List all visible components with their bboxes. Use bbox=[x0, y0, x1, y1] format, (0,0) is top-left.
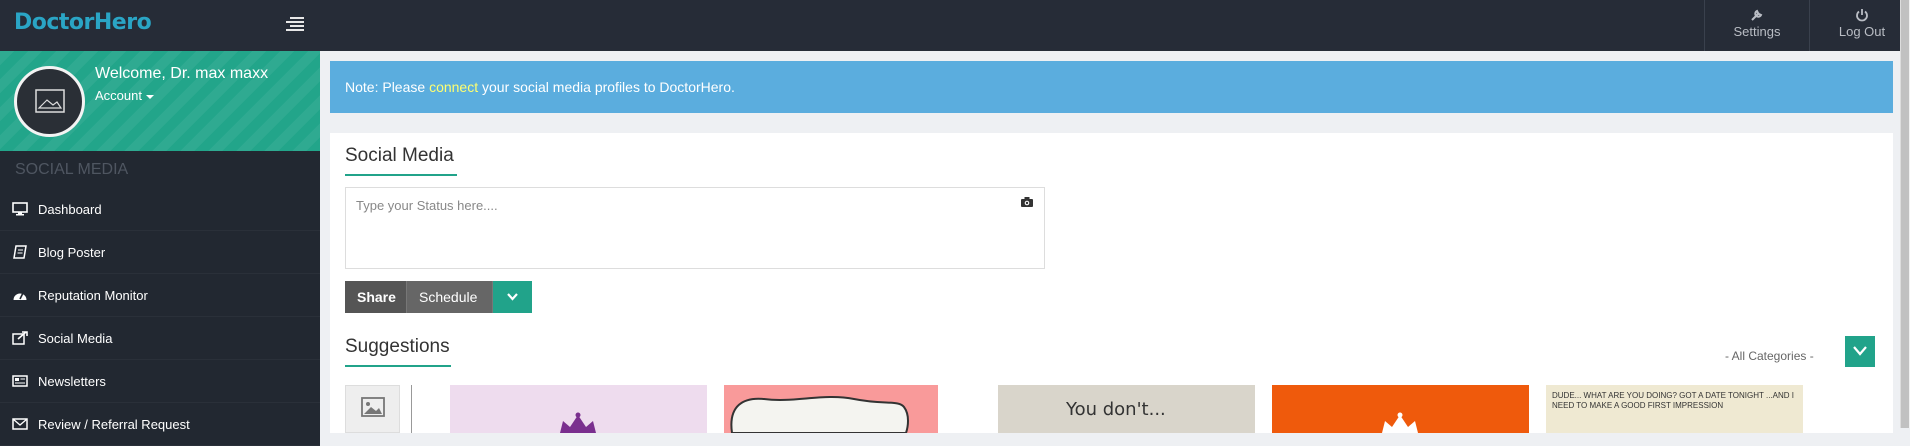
sidebar-item-blog-poster[interactable]: Blog Poster bbox=[0, 231, 320, 274]
app-logo[interactable]: DoctorHero bbox=[14, 10, 314, 40]
sidebar-item-newsletters[interactable]: Newsletters bbox=[0, 360, 320, 403]
sidebar-item-label: Social Media bbox=[38, 331, 113, 346]
notice-suffix: your social media profiles to DoctorHero… bbox=[478, 79, 735, 95]
social-media-title: Social Media bbox=[345, 145, 457, 176]
suggestion-thumb-5[interactable]: DUDE... WHAT ARE YOU DOING? GOT A DATE T… bbox=[1546, 385, 1803, 433]
sidebar-item-social-media[interactable]: Social Media bbox=[0, 317, 320, 360]
newspaper-icon bbox=[12, 375, 28, 387]
thumb-caption-3: You don't... bbox=[1065, 399, 1166, 420]
account-dropdown[interactable]: Account bbox=[95, 88, 154, 103]
profile-panel: Welcome, Dr. max maxx Account bbox=[0, 51, 320, 151]
status-input[interactable] bbox=[346, 188, 986, 223]
schedule-button[interactable]: Schedule bbox=[407, 281, 493, 313]
chevron-down-icon bbox=[1853, 346, 1867, 356]
suggestions-title: Suggestions bbox=[345, 336, 451, 367]
schedule-options-button[interactable] bbox=[493, 281, 532, 313]
welcome-text: Welcome, Dr. max maxx bbox=[95, 65, 269, 82]
notice-prefix: Note: Please bbox=[345, 79, 430, 95]
sidebar-item-label: Blog Poster bbox=[38, 245, 106, 260]
sidebar-item-label: Dashboard bbox=[38, 202, 102, 217]
sidebar-item-dashboard[interactable]: Dashboard bbox=[0, 188, 320, 231]
sidebar-item-reputation-monitor[interactable]: Reputation Monitor bbox=[0, 274, 320, 317]
scrollbar-thumb[interactable] bbox=[1901, 0, 1909, 428]
crown-orange-image bbox=[1272, 385, 1529, 433]
logout-label: Log Out bbox=[1838, 24, 1886, 39]
chevron-down-icon bbox=[507, 293, 518, 301]
caret-down-icon bbox=[145, 94, 154, 99]
comic-image: DUDE... WHAT ARE YOU DOING? GOT A DATE T… bbox=[1546, 385, 1803, 433]
suggestion-thumb-3[interactable]: You don't... bbox=[998, 385, 1255, 433]
wrench-icon bbox=[1751, 9, 1763, 21]
suggestion-thumb-2[interactable] bbox=[724, 385, 981, 433]
divider bbox=[411, 385, 412, 433]
connect-link[interactable]: connect bbox=[429, 79, 478, 95]
image-placeholder-icon bbox=[35, 89, 65, 113]
image-upload-button[interactable] bbox=[345, 385, 400, 433]
share-icon bbox=[12, 331, 28, 345]
tooth-image bbox=[724, 385, 938, 433]
monitor-icon bbox=[12, 202, 28, 216]
category-filter-button[interactable] bbox=[1845, 336, 1875, 367]
social-media-card: Social Media Share Schedule Suggestions … bbox=[330, 133, 1893, 433]
sidebar-item-label: Newsletters bbox=[38, 374, 106, 389]
account-label: Account bbox=[95, 88, 142, 103]
logout-button[interactable]: Log Out bbox=[1809, 0, 1910, 51]
camera-icon[interactable] bbox=[1020, 196, 1034, 208]
settings-button[interactable]: Settings bbox=[1704, 0, 1809, 51]
suggestion-thumb-1[interactable] bbox=[450, 385, 707, 433]
dashboard-gauge-icon bbox=[13, 292, 27, 300]
image-icon bbox=[361, 397, 385, 417]
share-button[interactable]: Share bbox=[345, 281, 407, 313]
power-icon bbox=[1856, 9, 1868, 22]
settings-label: Settings bbox=[1733, 24, 1781, 39]
status-composer bbox=[345, 187, 1045, 269]
category-filter-label[interactable]: - All Categories - bbox=[1725, 349, 1814, 363]
notice-banner: Note: Please connect your social media p… bbox=[330, 61, 1893, 113]
sidebar-toggle-icon[interactable] bbox=[286, 17, 304, 33]
envelope-icon bbox=[12, 418, 28, 430]
thumb-caption-5: DUDE... WHAT ARE YOU DOING? GOT A DATE T… bbox=[1552, 391, 1794, 410]
quote-image: You don't... bbox=[998, 385, 1255, 433]
scrollbar-track[interactable] bbox=[1900, 0, 1910, 428]
sidebar-item-label: Review / Referral Request bbox=[38, 417, 190, 432]
top-navbar: DoctorHero Settings Log Out bbox=[0, 0, 1910, 51]
suggestion-thumb-4[interactable] bbox=[1272, 385, 1529, 433]
sidebar-item-label: Reputation Monitor bbox=[38, 288, 148, 303]
avatar[interactable] bbox=[14, 66, 85, 137]
sidebar: Welcome, Dr. max maxx Account SOCIAL MED… bbox=[0, 51, 320, 446]
crown-image bbox=[450, 385, 707, 433]
sidebar-section-title: SOCIAL MEDIA bbox=[0, 151, 320, 188]
sidebar-item-review-referral-request[interactable]: Review / Referral Request bbox=[0, 403, 320, 446]
book-icon bbox=[13, 245, 27, 259]
main-content: Note: Please connect your social media p… bbox=[330, 61, 1893, 433]
